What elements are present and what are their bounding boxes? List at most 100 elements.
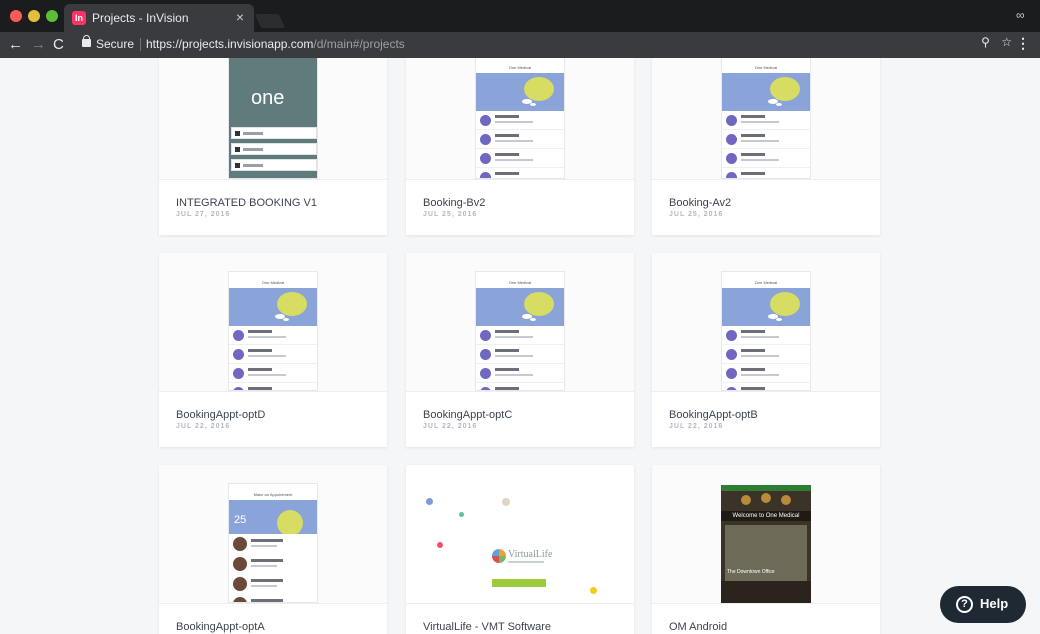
mock-person-row (229, 554, 317, 574)
project-card[interactable]: One Medical BookingAppt-optD JUL 22, 201… (159, 253, 387, 447)
project-thumbnail: one (159, 58, 387, 179)
tab-close-icon[interactable]: × (236, 9, 244, 25)
card-info: INTEGRATED BOOKING V1 JUL 27, 2016 (159, 179, 387, 235)
virtuallife-logo-icon (492, 549, 506, 563)
project-card[interactable]: One Medical Booking-Av2 JUL 25, 2016 (652, 58, 880, 235)
android-status-bar (721, 485, 811, 491)
project-card[interactable]: One Medical Booking-Bv2 JUL 25, 2016 (406, 58, 634, 235)
mock-row (722, 149, 810, 168)
mock-row (722, 111, 810, 130)
project-card[interactable]: One Medical BookingAppt-optC JUL 22, 201… (406, 253, 634, 447)
project-thumbnail: One Medical (652, 253, 880, 391)
project-thumbnail: One Medical (159, 253, 387, 391)
mock-row (476, 383, 564, 390)
project-title[interactable]: INTEGRATED BOOKING V1 (176, 197, 317, 209)
phone-mockup: One Medical (721, 58, 811, 179)
mock-header: One Medical (754, 280, 778, 285)
mock-row (229, 345, 317, 364)
project-thumbnail: One Medical (406, 253, 634, 391)
project-card[interactable]: VirtualLife VirtualLife - VMT Software (406, 465, 634, 634)
mock-row (476, 345, 564, 364)
project-card[interactable]: one INTEGRATED BOOKING V1 JUL 27, 2016 (159, 58, 387, 235)
card-info: BookingAppt-optD JUL 22, 2016 (159, 391, 387, 447)
decor-dot (459, 512, 464, 517)
url-path: /d/main#/projects (313, 37, 405, 51)
project-date: JUL 22, 2016 (176, 423, 231, 430)
mock-row (722, 130, 810, 149)
browser-tab[interactable]: In Projects - InVision × (64, 4, 254, 32)
mock-row (722, 383, 810, 390)
mock-hero (476, 288, 564, 326)
url-host: https://projects.invisionapp.com (146, 37, 314, 51)
project-card[interactable]: Make an Appointment 25 BookingAppt-optA (159, 465, 387, 634)
phone-mockup: One Medical (475, 58, 565, 179)
appt-date: 25 (234, 514, 247, 526)
incognito-icon[interactable]: ∞ (1016, 8, 1030, 22)
project-date: JUL 22, 2016 (423, 423, 478, 430)
help-button[interactable]: ? Help (940, 586, 1026, 623)
tab-title: Projects - InVision (92, 11, 189, 25)
close-window-button[interactable] (10, 10, 22, 22)
mock-person-row (229, 574, 317, 594)
maximize-window-button[interactable] (46, 10, 58, 22)
phone-mockup: One Medical (228, 271, 318, 391)
forward-arrow-icon[interactable]: → (31, 36, 46, 54)
mock-row (229, 383, 317, 390)
mock-header: One Medical (261, 280, 285, 285)
project-thumbnail: Welcome to One Medical The Downtown Offi… (652, 465, 880, 603)
omnibox-divider (140, 38, 141, 51)
office-photo-label: The Downtown Office (727, 569, 775, 575)
card-info: Booking-Av2 JUL 25, 2016 (652, 179, 880, 235)
mock-row (476, 168, 564, 178)
project-title[interactable]: BookingAppt-optA (176, 621, 265, 633)
mock-row (476, 130, 564, 149)
project-title[interactable]: Booking-Av2 (669, 197, 731, 209)
address-bar: ← → C Secure https://projects.invisionap… (0, 32, 1040, 58)
mock-field (231, 127, 317, 139)
card-info: OM Android (652, 603, 880, 634)
zoom-icon[interactable]: ⚲ (981, 35, 990, 49)
mock-row (476, 364, 564, 383)
minimize-window-button[interactable] (28, 10, 40, 22)
project-title[interactable]: BookingAppt-optC (423, 409, 512, 421)
invision-favicon-icon: In (72, 11, 86, 25)
mock-row (476, 149, 564, 168)
mock-row (229, 364, 317, 383)
android-mockup: Welcome to One Medical The Downtown Offi… (721, 485, 811, 603)
lamp-graphic (761, 493, 771, 503)
project-thumbnail: One Medical (652, 58, 880, 179)
project-date: JUL 25, 2016 (423, 211, 478, 218)
project-thumbnail: Make an Appointment 25 (159, 465, 387, 603)
browser-menu-icon[interactable]: ⋮ (1016, 35, 1030, 52)
new-tab-button[interactable] (254, 14, 286, 28)
project-title[interactable]: BookingAppt-optB (669, 409, 758, 421)
bookmark-star-icon[interactable]: ☆ (1001, 35, 1012, 49)
reload-icon[interactable]: C (53, 36, 64, 54)
project-card[interactable]: One Medical BookingAppt-optB JUL 22, 201… (652, 253, 880, 447)
phone-mockup: One Medical (475, 271, 565, 391)
project-title[interactable]: OM Android (669, 621, 727, 633)
mock-hero (229, 288, 317, 326)
url-text: https://projects.invisionapp.com/d/main#… (146, 37, 405, 51)
lamp-graphic (741, 495, 751, 505)
mock-field (231, 159, 317, 171)
url-input[interactable]: Secure https://projects.invisionapp.com/… (76, 35, 1016, 55)
phone-mockup: one (228, 58, 318, 179)
projects-page: one INTEGRATED BOOKING V1 JUL 27, 2016 O… (0, 58, 1040, 634)
mock-row (722, 168, 810, 178)
mock-row (722, 345, 810, 364)
back-arrow-icon[interactable]: ← (8, 36, 23, 54)
project-date: JUL 27, 2016 (176, 211, 231, 218)
tab-bar: In Projects - InVision × ∞ (0, 0, 1040, 32)
decor-dot (502, 498, 510, 506)
project-date: JUL 22, 2016 (669, 423, 724, 430)
project-title[interactable]: BookingAppt-optD (176, 409, 265, 421)
omnibox-actions: ⚲ ☆ (973, 35, 1012, 49)
lamp-graphic (781, 495, 791, 505)
virtuallife-wordmark: VirtualLife (508, 549, 553, 560)
phone-mockup: Make an Appointment 25 (228, 483, 318, 603)
project-title[interactable]: VirtualLife - VMT Software (423, 621, 551, 633)
project-card[interactable]: Welcome to One Medical The Downtown Offi… (652, 465, 880, 634)
floor-graphic (721, 581, 811, 603)
project-title[interactable]: Booking-Bv2 (423, 197, 485, 209)
